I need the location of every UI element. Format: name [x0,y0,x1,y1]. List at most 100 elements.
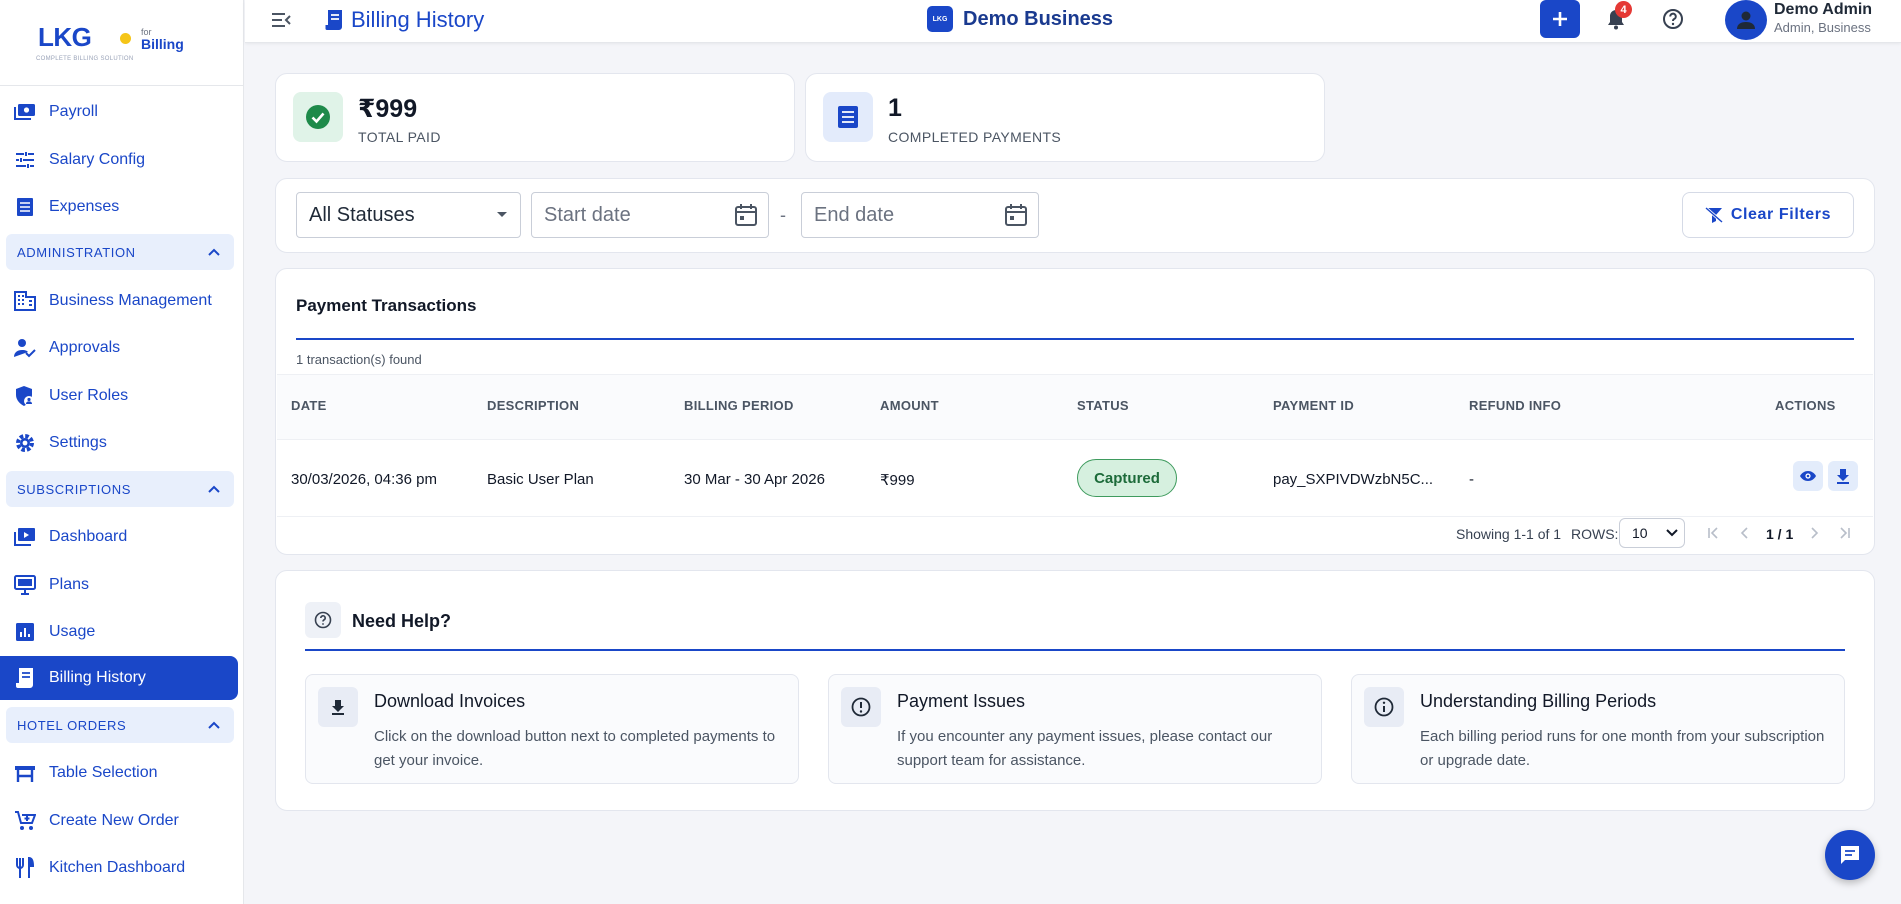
bar-chart-icon [14,621,36,643]
sidebar-item-label: Dashboard [49,528,128,545]
sidebar-item-settings[interactable]: Settings [0,422,238,464]
download-icon [1836,468,1850,484]
completed-payments-value: 1 [888,94,902,122]
last-page-button[interactable] [1833,521,1857,545]
cell-billing-period: 30 Mar - 30 Apr 2026 [684,471,825,488]
sidebar-item-salary-config[interactable]: Salary Config [0,139,238,181]
section-administration[interactable]: ADMINISTRATION [6,234,234,270]
first-page-button[interactable] [1701,521,1725,545]
rows-per-page-select[interactable]: 10 [1619,518,1685,548]
chevron-up-icon [208,721,220,729]
chevron-right-icon [1811,527,1819,539]
start-date-input[interactable]: Start date [531,192,769,238]
last-page-icon [1839,527,1851,539]
pagination-summary: Showing 1-1 of 1 [1456,526,1562,542]
column-header[interactable]: DATE [291,398,327,413]
sidebar-item-expenses[interactable]: Expenses [0,186,238,228]
sidebar-item-table-selection[interactable]: Table Selection [0,752,238,794]
title-underline [305,649,1845,651]
title-underline [296,338,1854,340]
utensils-icon [14,857,36,879]
payroll-icon [14,101,36,123]
avatar[interactable] [1725,0,1767,40]
dashboard-icon [14,526,36,548]
help-card-billing-periods: Understanding Billing Periods Each billi… [1351,674,1845,784]
document-icon [823,92,873,142]
help-card-title: Download Invoices [374,691,526,711]
sidebar-item-label: Create New Order [49,812,179,829]
help-card-description: Click on the download button next to com… [374,728,776,769]
help-card-description: If you encounter any payment issues, ple… [897,728,1273,769]
status-badge: Captured [1077,459,1177,497]
transactions-title: Payment Transactions [296,296,477,315]
sidebar-item-user-roles[interactable]: User Roles [0,375,238,417]
chevron-left-icon [1740,527,1748,539]
table-icon [14,762,36,784]
menu-collapse-icon[interactable] [269,8,293,32]
sidebar-item-dashboard[interactable]: Dashboard [0,516,238,558]
calendar-icon[interactable] [1004,203,1028,227]
sidebar-item-approvals[interactable]: Approvals [0,327,238,369]
column-header[interactable]: PAYMENT ID [1273,398,1354,413]
top-bar: Billing History LKG Demo Business 4 Demo… [245,0,1901,43]
sidebar-item-kitchen-dashboard[interactable]: Kitchen Dashboard [0,847,238,889]
column-header[interactable]: STATUS [1077,398,1129,413]
end-date-input[interactable]: End date [801,192,1039,238]
download-icon [318,687,358,727]
building-icon [14,290,36,312]
add-button[interactable] [1540,0,1580,38]
sidebar-item-label: Approvals [49,339,121,356]
cell-description: Basic User Plan [487,471,594,488]
chat-button[interactable] [1825,830,1875,880]
sidebar-item-label: Payroll [49,103,98,120]
calendar-icon[interactable] [734,203,758,227]
help-card-download-invoices: Download Invoices Click on the download … [305,674,799,784]
business-switcher[interactable]: LKG Demo Business [927,6,1113,32]
chevron-up-icon [208,485,220,493]
help-icon[interactable] [1660,6,1686,32]
row-separator [277,516,1873,517]
brand-logo[interactable]: LKG COMPLETE BILLING SOLUTION for Billin… [0,0,243,86]
sidebar-item-business-management[interactable]: Business Management [0,280,238,322]
business-name: Demo Business [963,7,1114,30]
cell-refund-info: - [1469,471,1474,488]
sidebar-item-label: Billing History [49,669,146,686]
column-header[interactable]: BILLING PERIOD [684,398,794,413]
receipt-long-icon [14,667,36,689]
next-page-button[interactable] [1803,521,1827,545]
sidebar: LKG COMPLETE BILLING SOLUTION for Billin… [0,0,244,904]
caret-down-icon [496,211,508,219]
sidebar-item-payroll[interactable]: Payroll [0,91,238,133]
sidebar-item-label: Table Selection [49,764,158,781]
chevron-down-icon [1666,529,1678,537]
status-filter-select[interactable]: All Statuses [296,192,521,238]
clear-filters-button[interactable]: Clear Filters [1682,192,1854,238]
rows-label: ROWS: [1571,526,1619,542]
rows-per-page-value: 10 [1632,525,1648,541]
page-title: Billing History [325,7,484,33]
sidebar-item-billing-history[interactable]: Billing History [0,656,238,700]
sidebar-item-usage[interactable]: Usage [0,611,238,653]
column-header[interactable]: AMOUNT [880,398,939,413]
help-circle-icon [305,602,341,638]
logo-text: LKG [38,22,92,52]
transactions-count: 1 transaction(s) found [296,352,422,367]
column-header[interactable]: REFUND INFO [1469,398,1561,413]
view-button[interactable] [1793,461,1823,491]
gear-icon [14,432,36,454]
section-subscriptions[interactable]: SUBSCRIPTIONS [6,471,234,507]
column-header[interactable]: DESCRIPTION [487,398,579,413]
sidebar-item-label: Usage [49,623,96,640]
cell-date: 30/03/2026, 04:36 pm [291,471,437,488]
cell-amount: ₹999 [880,472,915,489]
total-paid-label: TOTAL PAID [358,129,441,145]
previous-page-button[interactable] [1732,521,1756,545]
receipt-long-icon [325,9,343,31]
receipt-icon [14,196,36,218]
section-hotel-orders[interactable]: HOTEL ORDERS [6,707,234,743]
sidebar-item-plans[interactable]: Plans [0,564,238,606]
cart-plus-icon [14,810,36,832]
download-button[interactable] [1828,461,1858,491]
column-header: ACTIONS [1775,398,1836,413]
sidebar-item-create-new-order[interactable]: Create New Order [0,800,238,842]
